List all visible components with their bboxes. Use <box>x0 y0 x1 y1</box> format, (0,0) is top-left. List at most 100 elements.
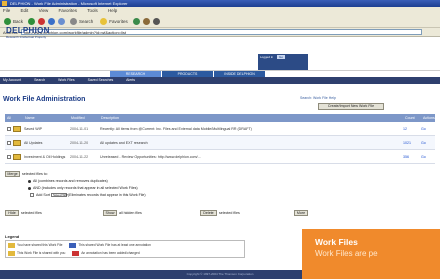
header-name[interactable]: Name <box>23 116 69 120</box>
forward-arrow-icon[interactable] <box>28 17 36 25</box>
header-actions: Actions <box>423 116 435 120</box>
row-name[interactable]: Saved WIP <box>24 127 70 131</box>
login-box: Logged in Go <box>258 54 308 70</box>
legend-row: This Work File is shared with you An ann… <box>6 249 244 257</box>
row-action-link[interactable]: Go <box>421 127 435 131</box>
address-input[interactable]: http://www.delphion.com/workfile/admin?i… <box>20 29 422 35</box>
merge-text: selected files to: <box>22 172 48 176</box>
nav-my-account[interactable]: My Account <box>3 78 21 82</box>
menu-file[interactable]: File <box>3 8 10 13</box>
row-name[interactable]: Investment & Oil Holdings <box>24 155 70 159</box>
radio-and[interactable] <box>28 186 31 190</box>
logo-tagline: Research Intellectual Property <box>6 35 47 39</box>
refresh-icon[interactable] <box>48 17 56 25</box>
row-count[interactable]: 356 <box>403 155 421 159</box>
menu-favorites[interactable]: Favorites <box>59 8 78 13</box>
table-header: All Name Modified Description Count Acti… <box>5 114 435 122</box>
row-description: All updates and EXT research <box>100 140 148 145</box>
back-button[interactable]: Back <box>2 17 25 25</box>
nav-alerts[interactable]: Alerts <box>126 78 135 82</box>
legend-title: Legend <box>5 234 20 239</box>
add-select[interactable]: Saved WIP <box>50 193 68 198</box>
row-count[interactable]: 1021 <box>403 141 421 145</box>
login-status: Logged in <box>260 55 274 59</box>
option-and[interactable]: AND (includes only records that appear i… <box>28 186 138 190</box>
delete-text: selected files <box>219 211 240 215</box>
delete-button[interactable]: Delete <box>200 210 217 216</box>
option-add[interactable]: Add Sort Saved WIP (Eliminates records t… <box>28 193 146 198</box>
show-button[interactable]: Show <box>103 210 117 216</box>
row-name[interactable]: All Updates <box>24 141 70 145</box>
favorites-button[interactable]: Favorites <box>98 17 130 25</box>
legend-row: You have shared this Work File This shar… <box>6 241 244 249</box>
window-titlebar: DELPHION - Work File Administration - Mi… <box>0 0 440 7</box>
browser-toolbar: Back Search Favorites <box>0 15 440 28</box>
delphion-logo[interactable]: DELPHION <box>6 26 50 35</box>
mail-icon[interactable] <box>142 17 150 25</box>
menu-help[interactable]: Help <box>108 8 117 13</box>
row-date: 2004-11-20 <box>70 140 89 145</box>
header-all[interactable]: All <box>5 116 23 120</box>
row-action-link[interactable]: Go <box>421 141 435 145</box>
header-modified[interactable]: Modified <box>69 116 99 120</box>
legend-box: You have shared this Work File This shar… <box>5 240 245 258</box>
search-button[interactable]: Search <box>68 17 95 25</box>
row-description: Unreleased - Review Opportunities: http:… <box>100 154 201 159</box>
legend-item-4: An annotation has been added/changed <box>81 251 140 255</box>
row-description: Recently: All items from @Current: Inc. … <box>100 126 252 131</box>
star-icon <box>100 17 108 25</box>
row-checkbox[interactable] <box>7 140 11 145</box>
menu-edit[interactable]: Edit <box>21 8 29 13</box>
sub-nav: My Account Search Work Files Saved Searc… <box>0 77 440 84</box>
table-row: All Updates 2004-11-20 All updates and E… <box>5 136 435 150</box>
help-link[interactable]: Search: Work File Help <box>300 96 336 100</box>
row-checkbox[interactable] <box>7 154 11 159</box>
table-row: Investment & Oil Holdings 2004-11-22 Unr… <box>5 150 435 164</box>
add-checkbox[interactable] <box>30 193 34 198</box>
login-go-button[interactable]: Go <box>277 55 286 59</box>
favorites-label: Favorites <box>109 18 128 24</box>
table-row: Saved WIP 2004-11-01 Recently: All items… <box>5 122 435 136</box>
back-label: Back <box>13 18 24 24</box>
search-label: Search <box>79 18 94 24</box>
merge-button[interactable]: Merge <box>5 171 20 177</box>
nav-search[interactable]: Search <box>34 78 45 82</box>
row-count[interactable]: 12 <box>403 127 421 131</box>
site-header <box>0 37 440 71</box>
row-date: 2004-11-22 <box>70 154 89 159</box>
shared-by-you-icon <box>8 242 15 248</box>
hide-button[interactable]: Hide <box>5 210 19 216</box>
search-icon <box>70 17 78 25</box>
page-title: Work File Administration <box>3 96 86 103</box>
header-count: Count <box>405 116 415 120</box>
option-all[interactable]: All (combines records and removes duplic… <box>28 179 108 183</box>
changed-annotation-icon <box>72 250 80 256</box>
nav-saved-searches[interactable]: Saved Searches <box>88 78 114 82</box>
create-work-file-button[interactable]: Create/Import New Work File <box>318 103 384 110</box>
show-text: all hidden files <box>119 211 142 215</box>
more-button[interactable]: More <box>294 210 308 216</box>
home-icon[interactable] <box>58 17 66 25</box>
option-and-label: AND (includes only records that appear i… <box>33 186 138 190</box>
shared-with-you-icon <box>8 250 15 256</box>
row-action-link[interactable]: Go <box>421 155 435 159</box>
ie-icon <box>2 1 7 6</box>
menu-view[interactable]: View <box>39 8 49 13</box>
caption-text: Work Files are pe <box>315 249 378 258</box>
window-title: DELPHION - Work File Administration - Mi… <box>10 1 128 6</box>
caption-title: Work Files <box>315 237 358 247</box>
row-checkbox[interactable] <box>7 126 11 131</box>
hide-text: selected files <box>21 211 42 215</box>
radio-all[interactable] <box>28 179 31 183</box>
menu-tools[interactable]: Tools <box>87 8 98 13</box>
caption-overlay: Work Files Work Files are pe <box>302 229 440 279</box>
legend-item-3: This shared Work File has at least one a… <box>78 243 151 247</box>
legend-item-2: This Work File is shared with you <box>17 251 66 255</box>
legend-item-1: You have shared this Work File <box>17 243 63 247</box>
print-icon[interactable] <box>152 17 160 25</box>
back-arrow-icon <box>4 17 11 25</box>
nav-work-files[interactable]: Work Files <box>58 78 74 82</box>
stop-icon[interactable] <box>38 17 46 25</box>
history-icon[interactable] <box>132 17 140 25</box>
folder-icon <box>13 153 21 160</box>
